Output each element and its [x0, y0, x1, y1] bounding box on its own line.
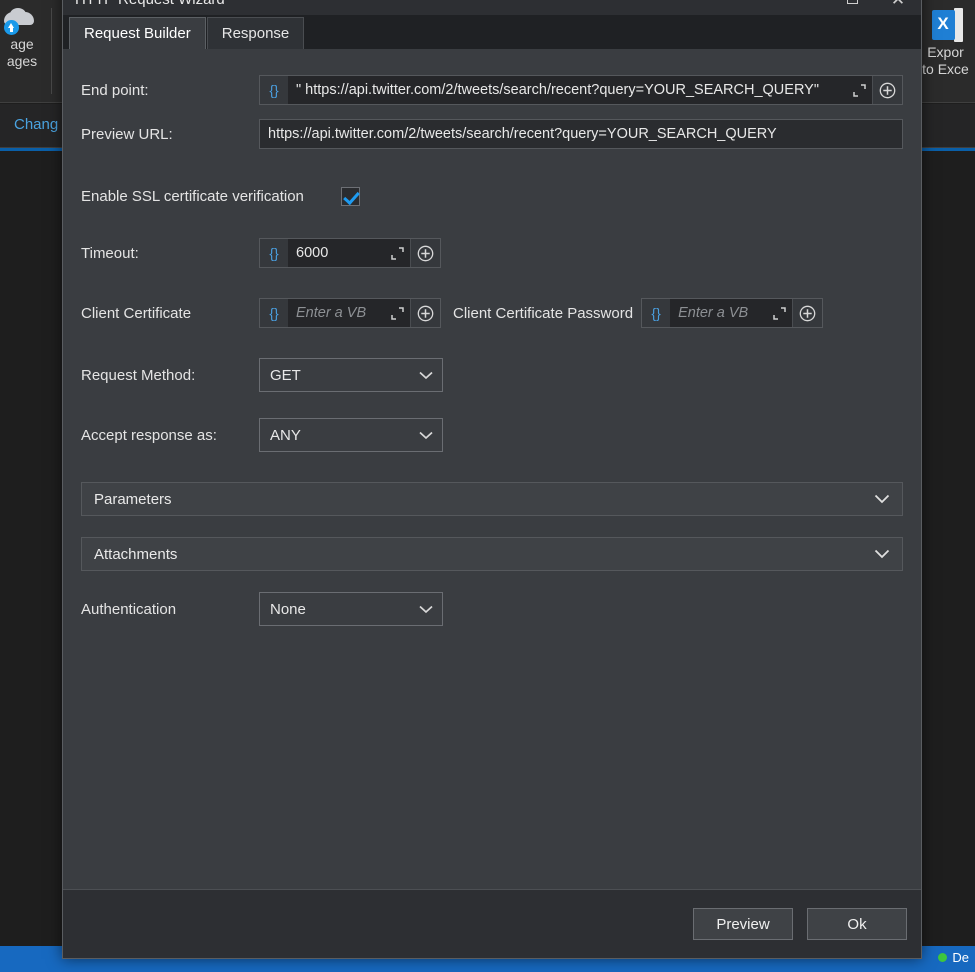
client-certificate-expand-button[interactable] — [384, 299, 410, 327]
ssl-verification-label: Enable SSL certificate verification — [81, 188, 304, 205]
expand-icon — [852, 83, 866, 97]
parameters-expander-label: Parameters — [94, 490, 172, 508]
ribbon-divider — [51, 8, 52, 94]
request-method-value: GET — [270, 366, 301, 384]
chevron-down-icon — [874, 549, 890, 559]
endpoint-expand-button[interactable] — [846, 76, 872, 104]
export-label-line2: to Exce — [922, 61, 969, 77]
ok-button[interactable]: Ok — [807, 908, 907, 940]
expand-icon — [772, 306, 786, 320]
tab-request-builder[interactable]: Request Builder — [69, 17, 206, 49]
timeout-input[interactable]: 6000 — [288, 239, 384, 267]
tab-strip: Request Builder Response — [63, 15, 921, 49]
ribbon-label-line2: ages — [6, 53, 38, 69]
change-link[interactable]: Chang — [14, 116, 58, 133]
client-certificate-label: Client Certificate — [81, 304, 192, 322]
client-certificate-input[interactable]: Enter a VB — [288, 299, 384, 327]
attachments-expander[interactable]: Attachments — [81, 537, 903, 571]
accept-response-select[interactable]: ANY — [259, 418, 443, 452]
preview-url-label: Preview URL: — [81, 125, 173, 143]
dialog-footer: Preview Ok — [63, 889, 921, 958]
request-method-label: Request Method: — [81, 366, 196, 384]
endpoint-add-button[interactable] — [872, 76, 902, 104]
chevron-down-icon — [419, 371, 433, 379]
endpoint-row: End point: {} " https://api.twitter.com/… — [81, 75, 903, 105]
expand-icon — [390, 306, 404, 320]
endpoint-field[interactable]: {} " https://api.twitter.com/2/tweets/se… — [259, 75, 903, 105]
client-certificate-password-label: Client Certificate Password — [453, 304, 634, 322]
client-certificate-password-input[interactable]: Enter a VB — [670, 299, 767, 327]
attachments-expander-label: Attachments — [94, 545, 178, 563]
accept-response-row: Accept response as: ANY — [81, 418, 903, 452]
preview-button[interactable]: Preview — [693, 908, 793, 940]
client-certificate-password-add-button[interactable] — [792, 299, 823, 327]
chevron-down-icon — [874, 494, 890, 504]
plus-circle-icon — [417, 305, 434, 321]
dialog-body: End point: {} " https://api.twitter.com/… — [63, 49, 921, 889]
timeout-expand-button[interactable] — [384, 239, 410, 267]
client-certificate-password-vb-badge-icon: {} — [642, 299, 671, 327]
accept-response-value: ANY — [270, 426, 301, 444]
taskbar-status: De — [938, 950, 969, 965]
client-certificate-password-expand-button[interactable] — [766, 299, 793, 327]
close-icon: ✕ — [891, 0, 905, 8]
authentication-value: None — [270, 600, 306, 618]
restore-icon — [846, 0, 858, 4]
ssl-verification-checkbox[interactable] — [341, 187, 360, 206]
preview-url-field: https://api.twitter.com/2/tweets/search/… — [259, 119, 903, 149]
plus-circle-icon — [417, 245, 434, 261]
plus-circle-icon — [799, 305, 816, 321]
client-certificate-vb-badge-icon: {} — [260, 299, 288, 327]
ribbon-label-line1: age — [10, 36, 34, 52]
export-label-line1: Expor — [927, 44, 964, 60]
excel-icon — [931, 8, 964, 42]
authentication-row: Authentication None — [81, 592, 903, 626]
tab-response[interactable]: Response — [206, 17, 305, 49]
dialog-titlebar[interactable]: HTTP Request Wizard ✕ — [63, 0, 921, 15]
client-certificate-field[interactable]: {} Enter a VB — [259, 298, 441, 328]
taskbar-status-label: De — [952, 950, 969, 965]
client-certificate-password-field[interactable]: {} Enter a VB — [641, 298, 824, 328]
status-dot-icon — [938, 953, 948, 962]
ribbon-group-export-to-excel[interactable]: Expor to Exce — [920, 4, 975, 78]
window-controls: ✕ — [829, 0, 921, 15]
client-certificate-row: Client Certificate {} Enter a VB Client … — [81, 298, 903, 328]
dialog-title: HTTP Request Wizard — [63, 0, 225, 8]
plus-circle-icon — [879, 82, 896, 98]
timeout-label: Timeout: — [81, 244, 139, 262]
endpoint-input[interactable]: " https://api.twitter.com/2/tweets/searc… — [288, 76, 846, 104]
close-button[interactable]: ✕ — [875, 0, 921, 15]
expand-icon — [390, 246, 404, 260]
timeout-row: Timeout: {} 6000 — [81, 238, 903, 268]
authentication-select[interactable]: None — [259, 592, 443, 626]
request-method-select[interactable]: GET — [259, 358, 443, 392]
preview-url-row: Preview URL: https://api.twitter.com/2/t… — [81, 119, 903, 149]
timeout-add-button[interactable] — [410, 239, 440, 267]
http-request-wizard-dialog: HTTP Request Wizard ✕ Request Builder Re… — [62, 0, 922, 959]
timeout-field[interactable]: {} 6000 — [259, 238, 441, 268]
cloud-upload-icon — [2, 8, 36, 35]
accept-response-label: Accept response as: — [81, 426, 217, 444]
client-certificate-add-button[interactable] — [410, 299, 440, 327]
ribbon-group-manage-packages[interactable]: age ages — [0, 4, 50, 70]
endpoint-label: End point: — [81, 81, 149, 99]
authentication-label: Authentication — [81, 600, 177, 618]
parameters-expander[interactable]: Parameters — [81, 482, 903, 516]
vb-expression-badge-icon: {} — [260, 76, 288, 104]
restore-button[interactable] — [829, 0, 875, 15]
chevron-down-icon — [419, 431, 433, 439]
chevron-down-icon — [419, 605, 433, 613]
timeout-vb-badge-icon: {} — [260, 239, 288, 267]
ssl-verification-row[interactable]: Enable SSL certificate verification — [81, 187, 903, 206]
request-method-row: Request Method: GET — [81, 358, 903, 392]
